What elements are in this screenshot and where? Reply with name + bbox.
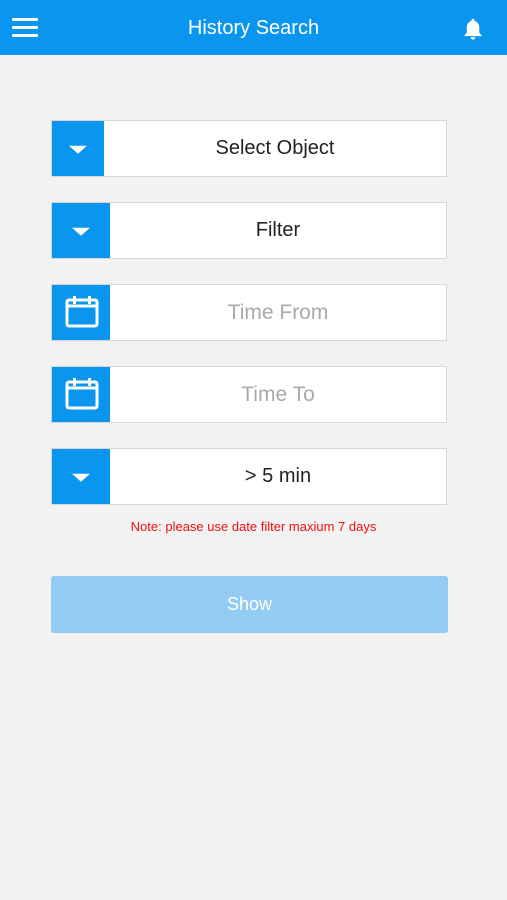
select-object-label: Select Object: [215, 137, 335, 159]
dropdown-caret-icon: [52, 203, 110, 258]
time-from-placeholder: Time From: [227, 300, 329, 324]
time-from-field[interactable]: Time From: [51, 284, 447, 341]
bell-icon[interactable]: [460, 16, 486, 42]
calendar-icon: [52, 367, 110, 422]
duration-dropdown[interactable]: > 5 min: [51, 448, 447, 505]
calendar-icon: [52, 285, 110, 340]
filter-label: Filter: [255, 219, 301, 241]
filter-dropdown[interactable]: Filter: [51, 202, 447, 259]
time-to-field[interactable]: Time To: [51, 366, 447, 423]
date-filter-note: Note: please use date filter maxium 7 da…: [130, 519, 377, 534]
show-button[interactable]: Show: [51, 576, 448, 633]
duration-label: > 5 min: [244, 465, 312, 487]
time-to-placeholder: Time To: [241, 382, 315, 406]
dropdown-caret-icon: [52, 449, 110, 504]
app-bar: History Search: [0, 0, 507, 55]
select-object-dropdown[interactable]: Select Object: [51, 120, 447, 177]
page-title: History Search: [187, 17, 320, 39]
dropdown-caret-icon: [52, 121, 104, 176]
